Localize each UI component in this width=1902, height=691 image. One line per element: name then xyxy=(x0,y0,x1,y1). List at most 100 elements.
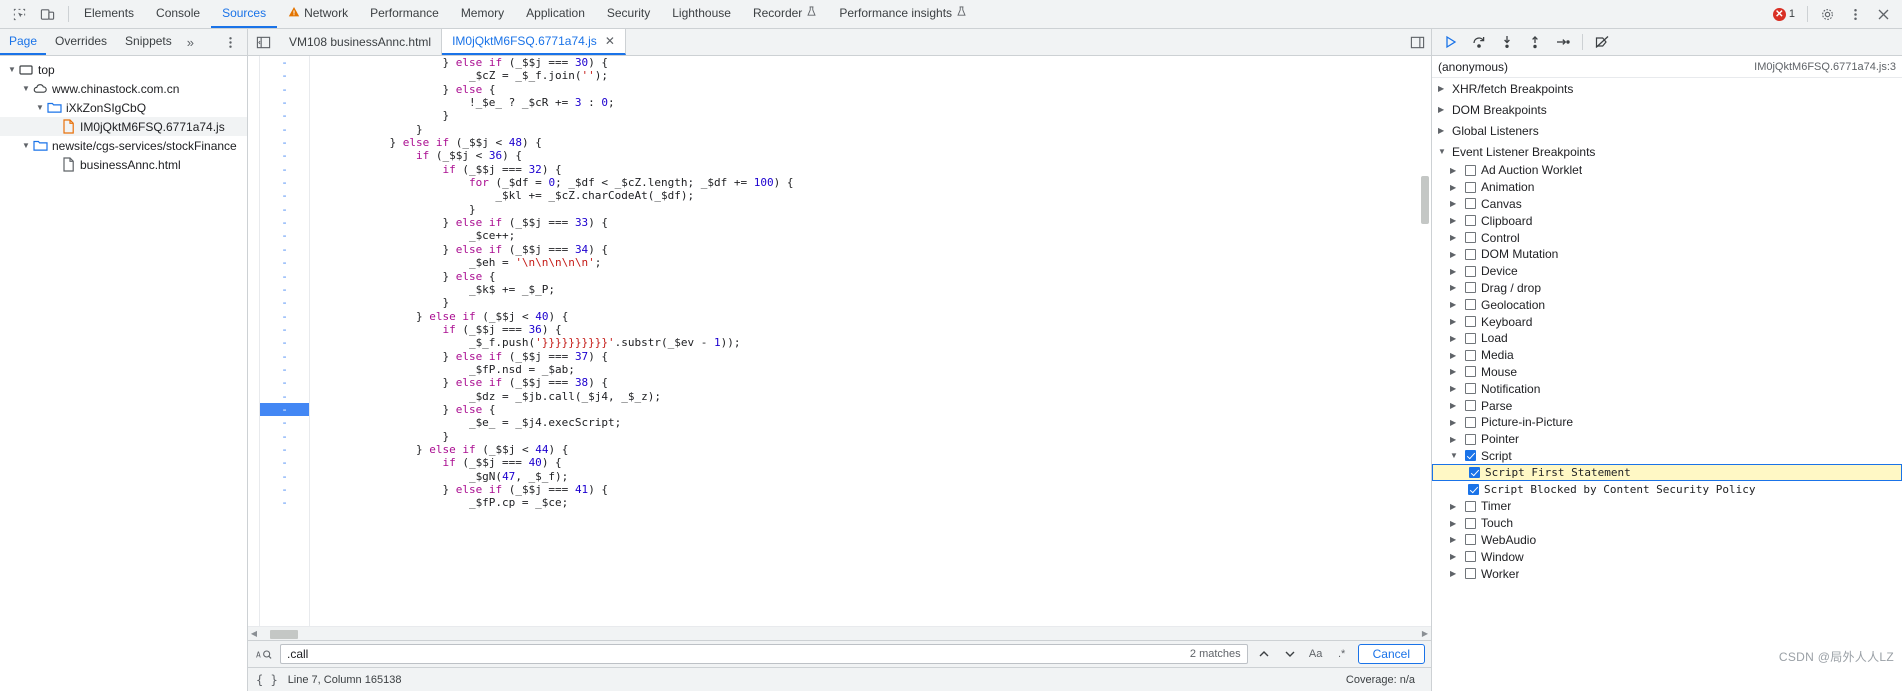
gutter-line[interactable]: - xyxy=(260,243,309,256)
scroll-left-arrow-icon[interactable]: ◀ xyxy=(248,629,260,638)
code-line[interactable]: _$fP.cp = _$ce; xyxy=(310,496,1431,509)
code-scroll-container[interactable]: } else if (_$$j === 30) { _$cZ = _$_f.jo… xyxy=(310,56,1431,626)
breakpoint-checkbox[interactable] xyxy=(1465,551,1476,563)
chevron-right-icon[interactable]: ▶ xyxy=(1450,283,1460,292)
gutter-line[interactable]: - xyxy=(260,189,309,202)
gutter-line[interactable]: - xyxy=(260,310,309,323)
navigator-tab-snippets[interactable]: Snippets xyxy=(116,29,181,55)
section-global-listeners[interactable]: ▶ Global Listeners xyxy=(1432,120,1902,141)
section-dom-breakpoints[interactable]: ▶ DOM Breakpoints xyxy=(1432,99,1902,120)
editor-vertical-scrollbar[interactable] xyxy=(1419,56,1431,626)
gutter-line[interactable]: - xyxy=(260,56,309,69)
gutter-line[interactable]: - xyxy=(260,109,309,122)
pretty-print-icon[interactable]: { } xyxy=(256,673,278,687)
code-line[interactable]: _$dz = _$jb.call(_$j4, _$_z); xyxy=(310,390,1431,403)
gutter-line[interactable]: - xyxy=(260,229,309,242)
event-listener-breakpoint-row[interactable]: Script Blocked by Content Security Polic… xyxy=(1432,481,1902,498)
event-listener-breakpoint-row[interactable]: ▶ Device xyxy=(1432,263,1902,280)
navigator-tab-overrides[interactable]: Overrides xyxy=(46,29,116,55)
event-listener-breakpoint-row[interactable]: ▶ Window xyxy=(1432,548,1902,565)
chevron-down-icon[interactable]: ▼ xyxy=(6,65,18,74)
breakpoint-checkbox[interactable] xyxy=(1465,282,1476,294)
navigator-menu-icon[interactable] xyxy=(214,29,247,55)
gutter-line[interactable]: - xyxy=(260,163,309,176)
navigator-tab-page[interactable]: Page xyxy=(0,29,47,55)
event-listener-breakpoint-row[interactable]: ▶ Ad Auction Worklet xyxy=(1432,162,1902,179)
gutter-line[interactable]: - xyxy=(260,443,309,456)
gutter-line[interactable]: - xyxy=(260,390,309,403)
chevron-down-icon[interactable]: ▼ xyxy=(20,84,32,93)
event-listener-breakpoint-row[interactable]: ▶ Geolocation xyxy=(1432,296,1902,313)
inspect-element-icon[interactable] xyxy=(6,1,32,27)
chevron-right-icon[interactable]: ▶ xyxy=(1450,367,1460,376)
gutter-line[interactable]: - xyxy=(260,416,309,429)
search-next-icon[interactable] xyxy=(1280,644,1300,664)
code-line[interactable]: } else { xyxy=(310,83,1431,96)
tree-item-businessannc-html[interactable]: businessAnnc.html xyxy=(0,155,247,174)
breakpoint-checkbox[interactable] xyxy=(1465,366,1476,378)
gutter-line[interactable]: - xyxy=(260,123,309,136)
chevron-down-icon[interactable]: ▼ xyxy=(20,141,32,150)
breakpoint-checkbox[interactable] xyxy=(1465,232,1476,244)
cancel-button[interactable]: Cancel xyxy=(1357,644,1425,664)
gutter-line[interactable]: - xyxy=(260,149,309,162)
tree-item-ixkzonsigcbq-folder[interactable]: ▼ iXkZonSIgCbQ xyxy=(0,98,247,117)
code-line[interactable]: } xyxy=(310,430,1431,443)
editor-panel-toggle-icon[interactable] xyxy=(1404,29,1431,55)
show-navigator-icon[interactable] xyxy=(248,29,279,55)
breakpoint-checkbox[interactable] xyxy=(1465,534,1476,546)
chevron-right-icon[interactable]: ▶ xyxy=(1450,435,1460,444)
navigator-file-tree[interactable]: ▼ top ▼ www.chinastock.com.cn ▼ iXkZonSI… xyxy=(0,56,248,691)
resume-script-execution-button[interactable] xyxy=(1438,29,1464,55)
event-listener-breakpoint-row[interactable]: ▶ Touch xyxy=(1432,515,1902,532)
gutter-line[interactable]: - xyxy=(260,270,309,283)
step-into-next-function-call-button[interactable] xyxy=(1494,29,1520,55)
chevron-right-icon[interactable]: ▶ xyxy=(1450,300,1460,309)
match-case-button[interactable]: Aa xyxy=(1306,644,1326,664)
editor-tab-businessannc[interactable]: VM108 businessAnnc.html xyxy=(279,29,443,55)
panel-tab-network[interactable]: Network xyxy=(277,0,359,28)
panel-tab-performance[interactable]: Performance xyxy=(359,0,450,28)
panel-tab-application[interactable]: Application xyxy=(515,0,596,28)
event-listener-breakpoint-row[interactable]: ▶ Media xyxy=(1432,347,1902,364)
breakpoint-checkbox[interactable] xyxy=(1465,198,1476,210)
code-line[interactable]: _$ce++; xyxy=(310,229,1431,242)
panel-tab-security[interactable]: Security xyxy=(596,0,661,28)
code-line[interactable]: } xyxy=(310,203,1431,216)
panel-tab-console[interactable]: Console xyxy=(145,0,211,28)
breakpoint-checkbox[interactable] xyxy=(1465,450,1476,462)
chevron-down-icon[interactable]: ▼ xyxy=(1450,451,1460,460)
code-line[interactable]: } else if (_$$j < 44) { xyxy=(310,443,1431,456)
tree-item-im0jqktm6fsq-js[interactable]: IM0jQktM6FSQ.6771a74.js xyxy=(0,117,247,136)
code-line[interactable]: } else if (_$$j < 48) { xyxy=(310,136,1431,149)
code-line[interactable]: } else if (_$$j === 34) { xyxy=(310,243,1431,256)
tree-item-newsite-folder[interactable]: ▼ newsite/cgs-services/stockFinance xyxy=(0,136,247,155)
code-line[interactable]: } else if (_$$j === 41) { xyxy=(310,483,1431,496)
event-listener-breakpoint-row[interactable]: ▶ Notification xyxy=(1432,380,1902,397)
more-vertical-icon[interactable] xyxy=(1842,1,1868,27)
event-listener-breakpoint-row[interactable]: ▶ Clipboard xyxy=(1432,212,1902,229)
chevron-right-icon[interactable]: ▶ xyxy=(1450,166,1460,175)
event-listener-breakpoint-row[interactable]: ▶ Mouse xyxy=(1432,364,1902,381)
gutter-line[interactable]: - xyxy=(260,216,309,229)
code-line[interactable]: _$fP.nsd = _$ab; xyxy=(310,363,1431,376)
chevron-right-icon[interactable]: ▶ xyxy=(1450,384,1460,393)
scrollbar-thumb[interactable] xyxy=(1421,176,1429,224)
gutter-line[interactable]: - xyxy=(260,69,309,82)
code-line[interactable]: } else if (_$$j === 33) { xyxy=(310,216,1431,229)
close-icon[interactable] xyxy=(1870,1,1896,27)
chevron-right-icon[interactable]: ▶ xyxy=(1438,105,1448,114)
code-line[interactable]: _$eh = '\n\n\n\n\n'; xyxy=(310,256,1431,269)
panel-tab-performance-insights[interactable]: Performance insights xyxy=(828,0,978,28)
chevron-right-icon[interactable]: ▶ xyxy=(1450,267,1460,276)
breakpoint-checkbox[interactable] xyxy=(1465,500,1476,512)
chevron-right-icon[interactable]: ▶ xyxy=(1450,535,1460,544)
chevron-right-icon[interactable]: ▶ xyxy=(1450,250,1460,259)
code-line[interactable]: } else if (_$$j === 30) { xyxy=(310,56,1431,69)
code-line[interactable]: } else if (_$$j < 40) { xyxy=(310,310,1431,323)
breakpoint-checkbox[interactable] xyxy=(1465,433,1476,445)
breakpoint-checkbox[interactable] xyxy=(1465,400,1476,412)
chevron-right-icon[interactable]: ▶ xyxy=(1450,569,1460,578)
breakpoint-checkbox[interactable] xyxy=(1465,265,1476,277)
event-listener-breakpoints-list[interactable]: ▶ Ad Auction Worklet ▶ Animation ▶ Canvas ▶ Cli… xyxy=(1432,162,1902,582)
